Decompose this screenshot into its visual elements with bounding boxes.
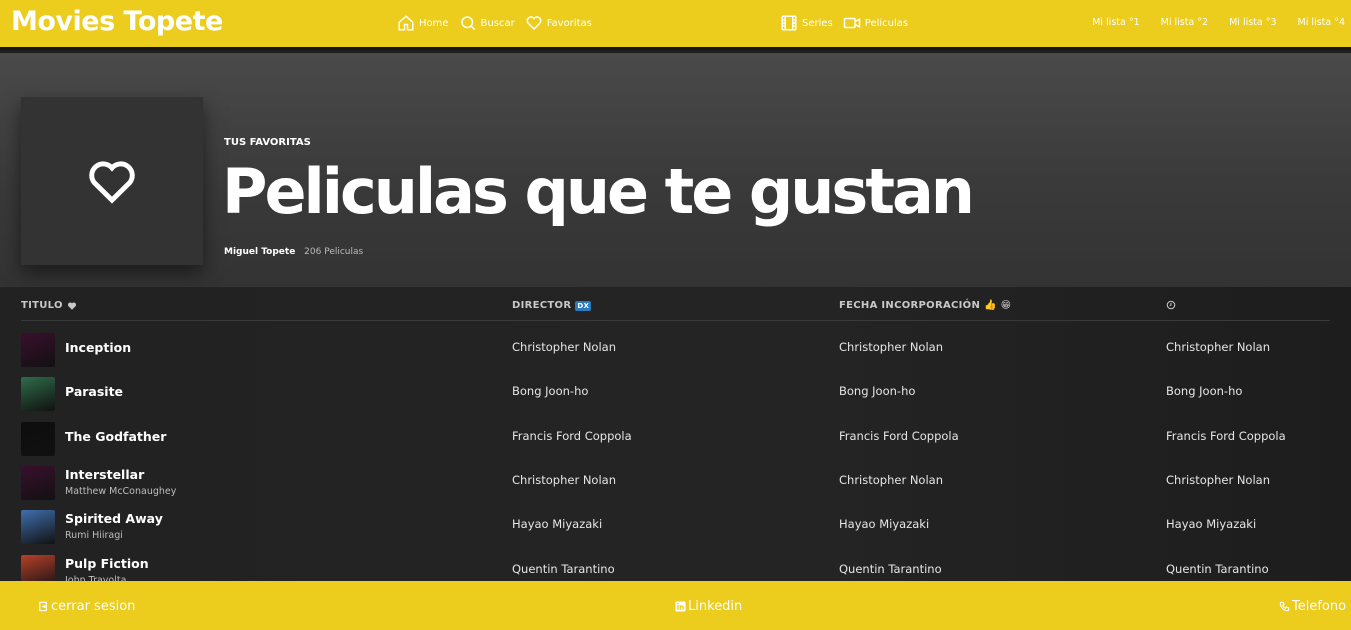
phone-label: Telefono	[1292, 599, 1347, 614]
table-row[interactable]: Spirited Away Rumi Hiiragi Hayao Miyazaki H…	[0, 506, 1351, 550]
home-icon	[398, 15, 414, 31]
movie-poster[interactable]	[21, 377, 55, 412]
playlist-cover	[21, 97, 203, 265]
table-row[interactable]: Parasite Bong Joon-ho Bong Joon-ho Bong Joo…	[0, 373, 1351, 417]
heart-icon	[89, 161, 135, 204]
linkedin-icon	[675, 601, 686, 612]
logout-icon	[39, 601, 47, 612]
owner-name[interactable]: Miguel Topete	[224, 247, 295, 257]
movie-director: Hayao Miyazaki	[512, 517, 603, 532]
column-date-emoji: 👍 😁	[984, 300, 1012, 311]
movie-director: Francis Ford Coppola	[512, 428, 632, 443]
top-bar: Movies Topete Home Buscar Favoritas Seri…	[0, 0, 1351, 50]
column-director-label: DIRECTOR	[512, 300, 572, 311]
nav-search-label: Buscar	[480, 17, 515, 29]
movie-title[interactable]: Pulp Fiction	[65, 556, 149, 571]
movie-actor[interactable]: Rumi Hiiragi	[65, 530, 123, 541]
main-nav: Home Buscar Favoritas	[397, 14, 602, 32]
movie-date: Christopher Nolan	[839, 340, 943, 354]
logout-label: cerrar sesion	[51, 599, 136, 614]
nav-list-1[interactable]: Mi lista °1	[1092, 17, 1139, 28]
lists-nav: Mi lista °1 Mi lista °2 Mi lista °3 Mi l…	[1092, 17, 1345, 28]
movie-poster[interactable]	[21, 465, 55, 500]
movie-poster[interactable]	[21, 510, 55, 545]
nav-home-label: Home	[419, 17, 449, 29]
director-badge: DX	[575, 300, 592, 311]
search-icon	[460, 16, 475, 31]
table-row[interactable]: The Godfather Francis Ford Coppola Francis…	[0, 418, 1351, 462]
column-director[interactable]: DIRECTOR DX	[512, 300, 592, 311]
movie-title[interactable]: The Godfather	[65, 429, 166, 444]
heart-icon	[526, 16, 542, 31]
video-camera-icon	[843, 17, 861, 29]
nav-home[interactable]: Home	[397, 14, 449, 32]
footer-bar: cerrar sesion Linkedin Telefono	[0, 581, 1351, 630]
nav-list-3[interactable]: Mi lista °3	[1229, 17, 1276, 28]
column-date-label: FECHA INCORPORACIÓN	[839, 300, 981, 311]
column-title[interactable]: TITULO	[21, 300, 77, 311]
movie-director: Bong Joon-ho	[512, 384, 589, 399]
heart-icon	[67, 301, 76, 310]
phone-icon	[1279, 601, 1290, 612]
movie-actor[interactable]: Matthew McConaughey	[65, 486, 176, 497]
movie-title[interactable]: Interstellar	[65, 467, 144, 482]
movie-title[interactable]: Parasite	[65, 384, 123, 399]
movie-date: Christopher Nolan	[839, 472, 943, 487]
column-date[interactable]: FECHA INCORPORACIÓN 👍 😁	[839, 300, 1011, 311]
nav-series[interactable]: Series	[780, 14, 833, 32]
nav-list-2[interactable]: Mi lista °2	[1161, 17, 1208, 28]
movie-title[interactable]: Inception	[65, 340, 131, 355]
movie-time: Christopher Nolan	[1166, 340, 1270, 354]
movie-count: 206 Peliculas	[304, 247, 364, 257]
nav-favorites[interactable]: Favoritas	[525, 14, 592, 32]
playlist-kicker: TUS FAVORITAS	[224, 137, 311, 148]
table-header: TITULO DIRECTOR DX FECHA INCORPORACIÓN 👍…	[21, 297, 1330, 321]
playlist-hero: TUS FAVORITAS Peliculas que te gustan Mi…	[0, 53, 1351, 287]
page-title: Peliculas que te gustan	[222, 155, 975, 228]
nav-series-label: Series	[802, 17, 833, 29]
movie-time: Francis Ford Coppola	[1166, 428, 1286, 443]
movie-time: Christopher Nolan	[1166, 472, 1270, 487]
movie-poster[interactable]	[21, 333, 55, 367]
movie-director: Christopher Nolan	[512, 472, 616, 487]
table-row[interactable]: Interstellar Matthew McConaughey Christoph…	[0, 462, 1351, 506]
movie-director: Quentin Tarantino	[512, 561, 615, 576]
table-row[interactable]: Inception Christopher Nolan Christopher No…	[0, 329, 1351, 373]
column-time[interactable]	[1166, 300, 1176, 310]
nav-favorites-label: Favoritas	[546, 17, 592, 29]
playlist-meta: Miguel Topete 206 Peliculas	[224, 247, 363, 257]
movie-table: TITULO DIRECTOR DX FECHA INCORPORACIÓN 👍…	[0, 287, 1351, 581]
film-icon	[781, 15, 797, 31]
linkedin-label: Linkedin	[688, 599, 743, 614]
movie-title[interactable]: Spirited Away	[65, 511, 163, 526]
linkedin-link[interactable]: Linkedin	[675, 599, 742, 614]
nav-search[interactable]: Buscar	[459, 14, 515, 32]
movie-date: Quentin Tarantino	[839, 561, 942, 576]
movie-date: Francis Ford Coppola	[839, 428, 959, 443]
movie-time: Quentin Tarantino	[1166, 561, 1269, 576]
logout-link[interactable]: cerrar sesion	[38, 599, 135, 614]
media-nav: Series Peliculas	[780, 14, 918, 32]
movie-poster[interactable]	[21, 554, 55, 581]
movie-time: Bong Joon-ho	[1166, 384, 1243, 399]
column-title-label: TITULO	[21, 300, 63, 311]
movie-date: Bong Joon-ho	[839, 384, 916, 399]
brand-logo[interactable]: Movies Topete	[11, 6, 223, 37]
nav-list-4[interactable]: Mi lista °4	[1298, 17, 1345, 28]
nav-movies-label: Peliculas	[864, 17, 909, 29]
movie-poster[interactable]	[21, 421, 55, 456]
nav-movies[interactable]: Peliculas	[843, 14, 908, 32]
movie-date: Hayao Miyazaki	[839, 517, 930, 532]
table-row[interactable]: Pulp Fiction John Travolta Quentin Taranti…	[0, 551, 1351, 581]
movie-time: Hayao Miyazaki	[1166, 517, 1257, 532]
clock-icon	[1166, 300, 1176, 310]
movie-director: Christopher Nolan	[512, 340, 616, 354]
phone-link[interactable]: Telefono	[1279, 599, 1346, 614]
